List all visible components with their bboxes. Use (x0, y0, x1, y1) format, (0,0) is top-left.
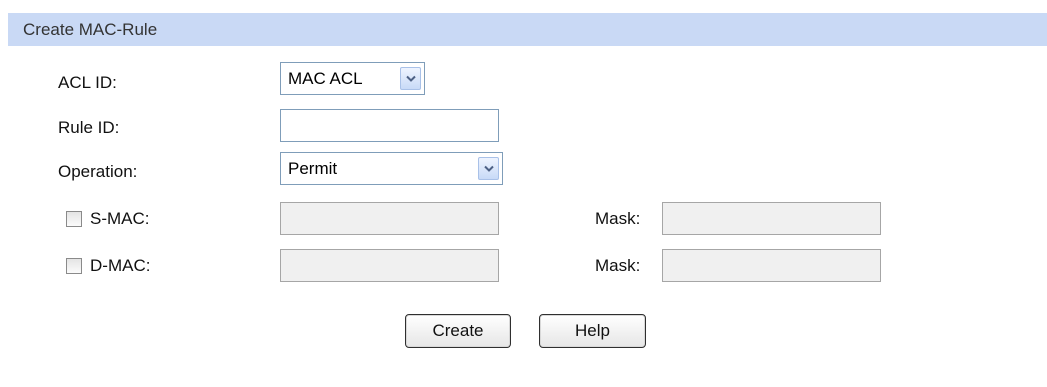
d-mac-mask-label: Mask: (595, 256, 641, 275)
rule-id-label: Rule ID: (58, 118, 120, 137)
panel-header: Create MAC-Rule (8, 13, 1047, 46)
s-mac-mask-input[interactable] (662, 202, 881, 235)
operation-label: Operation: (58, 162, 138, 181)
s-mac-mask-label: Mask: (595, 209, 641, 228)
s-mac-checkbox[interactable] (66, 211, 82, 227)
d-mac-checkbox[interactable] (66, 258, 82, 274)
acl-id-select[interactable]: MAC ACL (280, 62, 425, 95)
d-mac-input[interactable] (280, 249, 499, 282)
create-button[interactable]: Create (405, 314, 511, 348)
s-mac-input[interactable] (280, 202, 499, 235)
chevron-down-icon[interactable] (400, 67, 421, 90)
chevron-down-icon[interactable] (478, 157, 499, 180)
acl-id-label: ACL ID: (58, 73, 117, 92)
d-mac-label: D-MAC: (90, 256, 151, 275)
rule-id-input[interactable] (280, 109, 499, 142)
panel-title: Create MAC-Rule (23, 20, 158, 39)
help-button[interactable]: Help (539, 314, 646, 348)
d-mac-mask-input[interactable] (662, 249, 881, 282)
operation-select[interactable]: Permit (280, 152, 503, 185)
operation-selected-value: Permit (288, 159, 338, 178)
acl-id-selected-value: MAC ACL (288, 69, 363, 88)
s-mac-label: S-MAC: (90, 209, 150, 228)
